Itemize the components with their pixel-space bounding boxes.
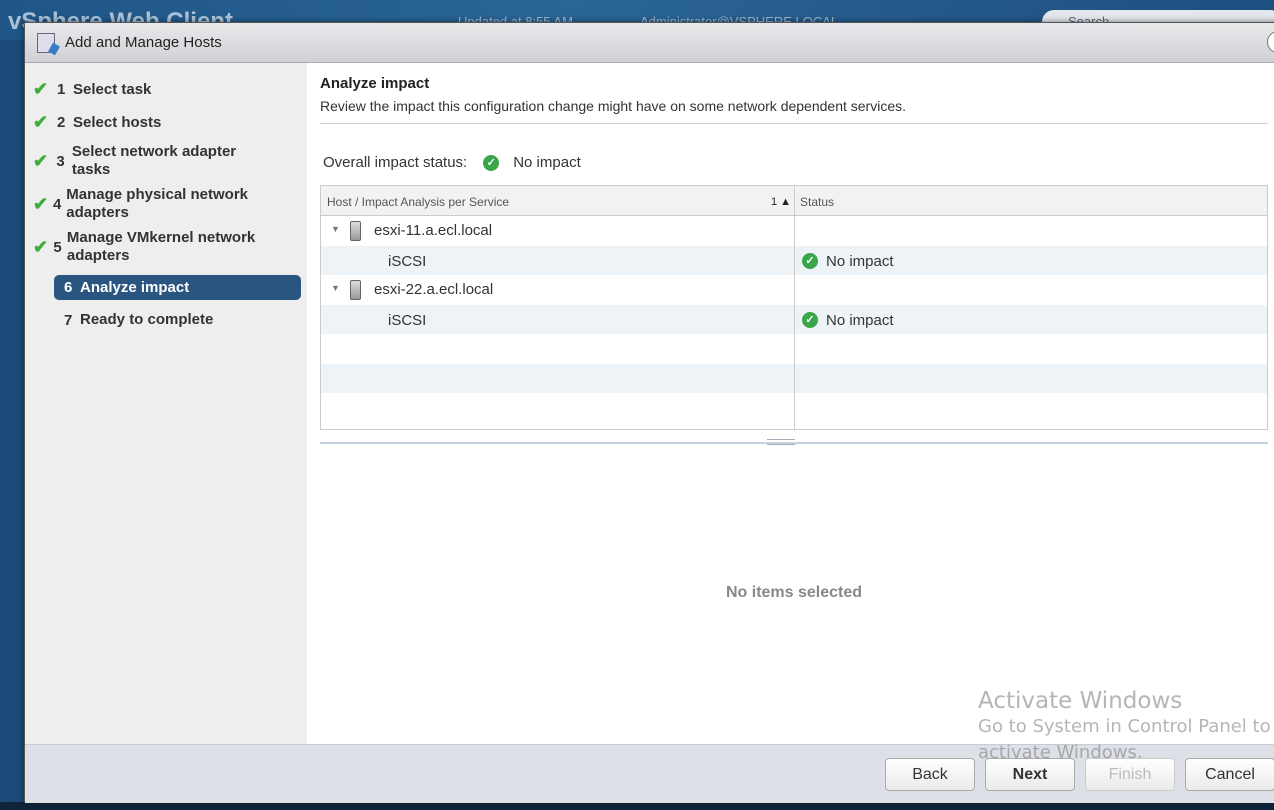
watermark-line2: activate Windows.: [978, 742, 1143, 763]
page-title: Analyze impact: [320, 75, 430, 92]
step-content: Analyze impact Review the impact this co…: [307, 63, 1274, 744]
check-icon: ✔: [33, 193, 49, 214]
watermark-title: Activate Windows: [978, 688, 1183, 714]
host-server-icon: [350, 280, 361, 300]
column-header-host[interactable]: Host / Impact Analysis per Service: [327, 195, 509, 209]
status-text: No impact: [826, 311, 894, 329]
status-text: No impact: [826, 252, 894, 270]
ok-icon: ✓: [802, 253, 818, 269]
column-header-status[interactable]: Status: [800, 195, 834, 209]
step-label: Ready to complete: [80, 311, 214, 328]
collapse-triangle-icon[interactable]: ▼: [331, 224, 340, 234]
watermark-line1: Go to System in Control Panel to: [978, 716, 1271, 737]
divider: [320, 123, 1268, 124]
host-server-icon: [350, 221, 361, 241]
step-select-adapter-tasks[interactable]: ✔ 3 Select network adapter tasks: [33, 143, 273, 179]
page-description: Review the impact this configuration cha…: [320, 98, 906, 114]
step-select-task[interactable]: ✔ 1 Select task: [33, 79, 301, 100]
step-label: Select network adapter tasks: [71, 143, 237, 178]
step-number: 1: [57, 81, 66, 98]
splitter-grip-icon[interactable]: [767, 439, 795, 445]
collapse-triangle-icon[interactable]: ▼: [331, 283, 340, 293]
step-analyze-impact[interactable]: 6 Analyze impact: [54, 275, 301, 300]
step-label: Manage VMkernel network adapters: [66, 229, 256, 264]
step-label: Manage physical network adapters: [66, 186, 249, 221]
step-number: 3: [56, 152, 65, 170]
add-manage-hosts-dialog: Add and Manage Hosts ? ✔1Select task ✔2S…: [24, 22, 1274, 803]
service-name: iSCSI: [388, 252, 427, 270]
host-name: esxi-22.a.ecl.local: [374, 281, 494, 298]
step-ready-to-complete[interactable]: 7 Ready to complete: [64, 311, 332, 329]
step-number: 6: [64, 279, 73, 296]
column-divider: [794, 186, 795, 429]
wizard-icon: [37, 32, 55, 53]
step-number: 2: [57, 114, 66, 131]
overall-label: Overall impact status:: [323, 154, 468, 171]
step-label: Select task: [73, 80, 152, 98]
step-number: 7: [64, 311, 73, 329]
sort-indicator[interactable]: 1 ▲: [771, 196, 791, 208]
step-label: Select hosts: [73, 113, 162, 131]
wizard-steps: ✔ 1 Select task ✔ 2 Select hosts ✔ 3 Select ne…: [25, 63, 307, 744]
back-button[interactable]: Back: [885, 758, 975, 791]
overall-value: No impact: [513, 154, 581, 171]
help-button[interactable]: ?: [1267, 31, 1274, 53]
step-number: 5: [53, 238, 62, 256]
check-icon: ✔: [33, 150, 49, 171]
step-number: 4: [52, 195, 62, 213]
check-icon: ✔: [33, 112, 49, 132]
step-label: Analyze impact: [80, 278, 190, 296]
dialog-title: Add and Manage Hosts: [65, 34, 222, 51]
activate-windows-watermark: Activate Windows Go to System in Control…: [978, 688, 1271, 766]
host-name: esxi-11.a.ecl.local: [374, 222, 493, 239]
details-empty-message: No items selected: [725, 584, 863, 601]
overall-impact-status: Overall impact status: ✓ No impact: [323, 154, 581, 171]
check-icon: ✔: [33, 236, 49, 257]
service-name: iSCSI: [388, 311, 427, 329]
impact-grid: Host / Impact Analysis per Service 1 ▲ S…: [320, 185, 1268, 430]
ok-icon: ✓: [802, 312, 818, 328]
status-cell: ✓ No impact: [802, 312, 894, 329]
status-cell: ✓ No impact: [802, 253, 894, 270]
ok-icon: ✓: [483, 154, 500, 171]
step-manage-physical[interactable]: ✔ 4 Manage physical network adapters: [33, 186, 273, 222]
taskbar: [0, 802, 1274, 810]
step-select-hosts[interactable]: ✔ 2 Select hosts: [33, 112, 301, 133]
dialog-titlebar: Add and Manage Hosts ?: [25, 23, 1274, 63]
check-icon: ✔: [33, 79, 49, 99]
step-manage-vmkernel[interactable]: ✔ 5 Manage VMkernel network adapters: [33, 229, 283, 265]
